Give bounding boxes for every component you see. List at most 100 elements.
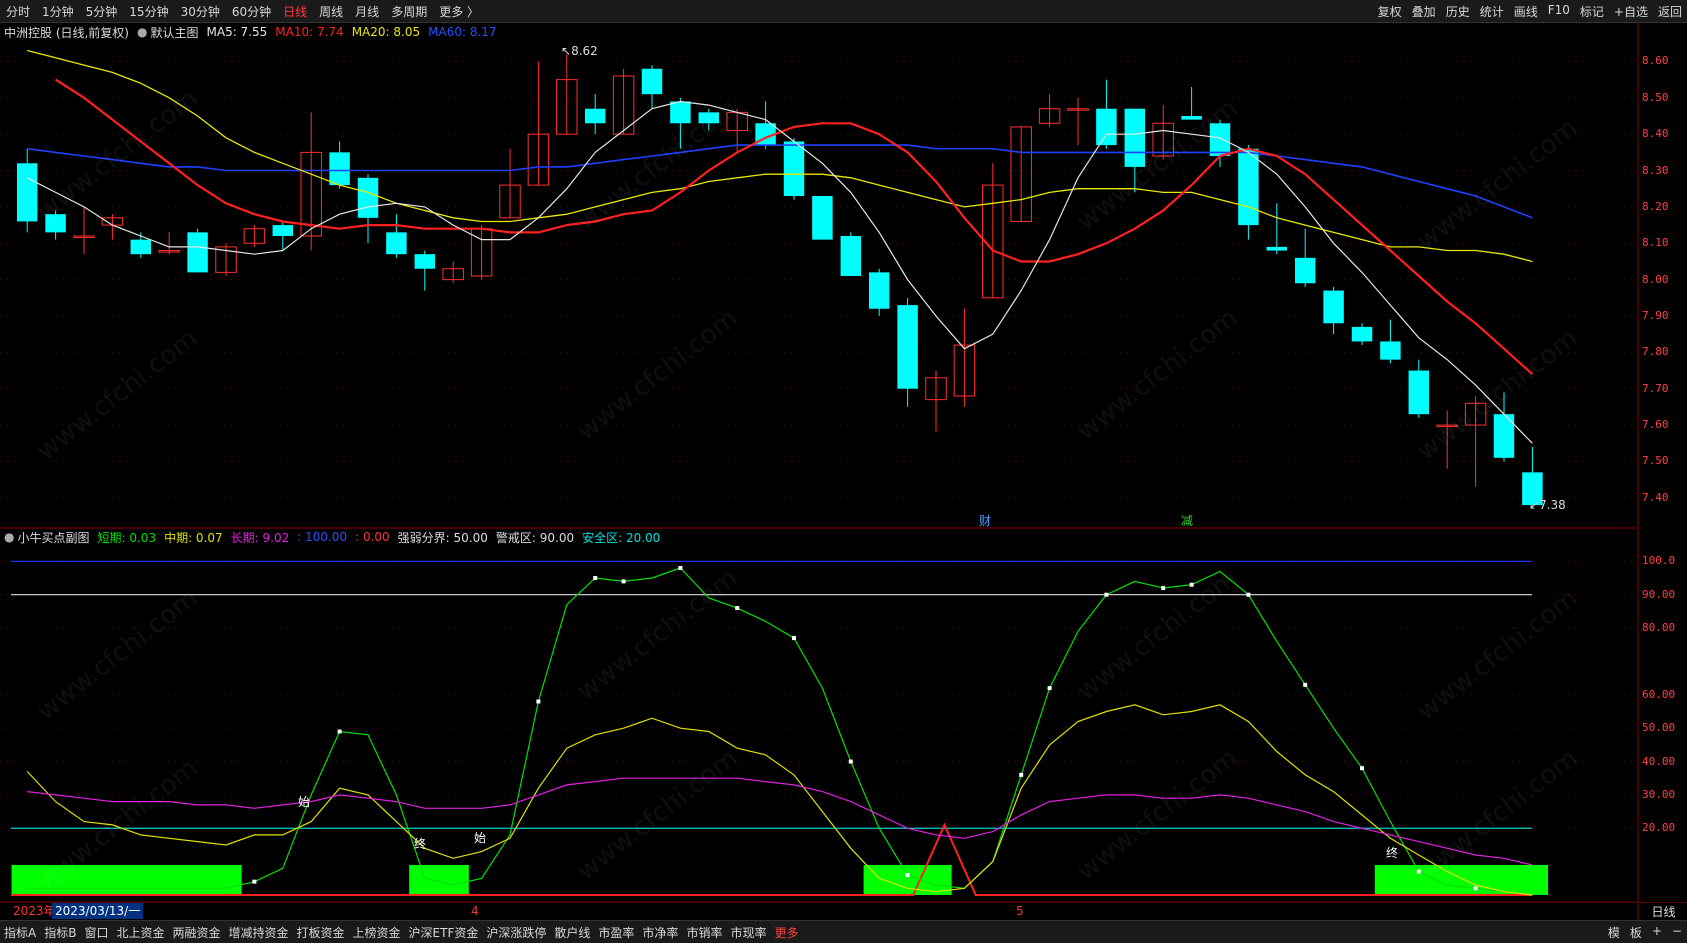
indicator-tick: 80.00 bbox=[1642, 621, 1676, 635]
indicator-tab-4[interactable]: 两融资金 bbox=[168, 924, 224, 941]
candle-body bbox=[1351, 326, 1373, 342]
short-series-marker bbox=[792, 636, 796, 641]
short-series-marker bbox=[905, 872, 910, 877]
indicator-toolbar: 指标A 指标B 窗口 北上资金 两融资金 增减持资金 打板资金 上榜资金 沪深ETF资金 沪深涨跌… bbox=[0, 920, 1687, 943]
candle-body bbox=[641, 68, 663, 95]
candle-body bbox=[1323, 290, 1344, 324]
candle-body bbox=[16, 163, 38, 222]
indicator-tab-2[interactable]: 窗口 bbox=[80, 924, 112, 941]
indicator-tick: 90.00 bbox=[1642, 587, 1676, 601]
price-tick: 7.50 bbox=[1642, 454, 1669, 468]
candle-body bbox=[1096, 108, 1117, 146]
candle-body bbox=[812, 196, 833, 240]
indicator-tab-1[interactable]: 指标B bbox=[40, 924, 80, 941]
series-中期-line bbox=[26, 704, 1533, 896]
short-series-marker bbox=[1246, 592, 1251, 597]
cursor-date: 2023/03/13/一 bbox=[52, 903, 144, 919]
signal-end-1: 终 bbox=[414, 837, 427, 851]
indicator-tabs: 指标A 指标B 窗口 北上资金 两融资金 增减持资金 打板资金 上榜资金 沪深ETF资金 沪深涨跌… bbox=[0, 924, 802, 941]
candle-body bbox=[868, 272, 890, 309]
short-series-marker bbox=[252, 879, 257, 884]
low-price-label: ↙7.38 bbox=[1529, 498, 1566, 512]
signal-start-2: 始 bbox=[474, 831, 487, 845]
period-indicator[interactable]: 日线 bbox=[1640, 902, 1687, 921]
bottom-tool-0[interactable]: 模 bbox=[1603, 924, 1625, 941]
indicator-tab-10[interactable]: 散户线 bbox=[550, 924, 594, 941]
bottom-tools: 模板 + − bbox=[1603, 924, 1687, 941]
short-series-marker bbox=[848, 759, 853, 764]
buy-zone-block bbox=[409, 864, 469, 895]
buy-zone-block bbox=[1374, 864, 1549, 895]
price-tick: 8.10 bbox=[1642, 236, 1669, 250]
bottom-tool-3[interactable]: − bbox=[1667, 924, 1687, 941]
indicator-tab-14[interactable]: 市现率 bbox=[726, 924, 770, 941]
candle-body bbox=[584, 108, 606, 124]
short-series-marker bbox=[735, 606, 740, 611]
candle-body bbox=[897, 305, 918, 389]
short-series-marker bbox=[536, 699, 541, 704]
event-finance-label[interactable]: 财 bbox=[979, 512, 991, 529]
signal-end-2: 终 bbox=[1386, 846, 1399, 860]
year-label: 2023年 bbox=[13, 904, 56, 918]
short-series-marker bbox=[1360, 766, 1364, 771]
short-series-marker bbox=[337, 729, 342, 734]
indicator-tab-7[interactable]: 上榜资金 bbox=[349, 924, 405, 941]
candle-body bbox=[386, 232, 407, 255]
high-price-label: ↖8.62 bbox=[561, 44, 598, 58]
bottom-tool-2[interactable]: + bbox=[1647, 924, 1667, 941]
indicator-tab-5[interactable]: 增减持资金 bbox=[225, 924, 293, 941]
price-tick: 7.90 bbox=[1642, 309, 1669, 322]
indicator-tab-12[interactable]: 市净率 bbox=[638, 924, 682, 941]
candle-body bbox=[1408, 370, 1430, 415]
price-tick: 8.20 bbox=[1642, 199, 1669, 213]
candle-body bbox=[840, 236, 862, 276]
short-series-marker bbox=[1019, 772, 1024, 777]
indicator-tick: 20.00 bbox=[1642, 821, 1676, 835]
short-series-marker bbox=[1161, 586, 1166, 591]
indicator-tab-15[interactable]: 更多 bbox=[770, 924, 802, 941]
indicator-tick: 60.00 bbox=[1642, 687, 1676, 701]
short-series-marker bbox=[678, 566, 683, 571]
indicator-tab-0[interactable]: 指标A bbox=[0, 924, 40, 941]
candle-body bbox=[670, 101, 691, 124]
candle-body bbox=[1294, 257, 1316, 284]
indicator-tab-9[interactable]: 沪深涨跌停 bbox=[482, 924, 550, 941]
short-series-marker bbox=[1104, 592, 1109, 597]
candle-body bbox=[1380, 341, 1401, 360]
indicator-tick: 100.0 bbox=[1642, 554, 1676, 568]
candle-body bbox=[1266, 246, 1288, 251]
price-tick: 8.50 bbox=[1642, 90, 1669, 104]
short-series-marker bbox=[593, 576, 598, 581]
short-series-marker bbox=[1473, 886, 1478, 891]
candle-body bbox=[130, 239, 152, 255]
price-tick: 7.40 bbox=[1642, 490, 1669, 504]
indicator-tab-6[interactable]: 打板资金 bbox=[293, 924, 349, 941]
ma20-line bbox=[27, 49, 1533, 263]
indicator-tab-11[interactable]: 市盈率 bbox=[594, 924, 638, 941]
bottom-tool-1[interactable]: 板 bbox=[1625, 924, 1647, 941]
short-series-marker bbox=[1189, 582, 1194, 587]
event-reduce-label[interactable]: 减 bbox=[1181, 512, 1193, 529]
series-短期-line bbox=[27, 567, 1533, 896]
signal-start-1: 始 bbox=[298, 795, 311, 809]
month-5-label: 5 bbox=[1016, 904, 1024, 918]
indicator-tab-13[interactable]: 市销率 bbox=[682, 924, 726, 941]
price-tick: 7.60 bbox=[1642, 418, 1669, 432]
indicator-tab-3[interactable]: 北上资金 bbox=[112, 924, 168, 941]
month-4-label: 4 bbox=[471, 904, 479, 918]
price-tick: 7.80 bbox=[1642, 345, 1669, 359]
indicator-tick: 30.00 bbox=[1642, 787, 1676, 801]
price-tick: 8.60 bbox=[1642, 54, 1669, 68]
chart-canvas[interactable] bbox=[0, 0, 1687, 943]
candle-body bbox=[357, 177, 379, 218]
candle-body bbox=[1238, 148, 1259, 226]
candle-body bbox=[414, 254, 436, 269]
indicator-tab-8[interactable]: 沪深ETF资金 bbox=[405, 924, 483, 941]
candle-body bbox=[783, 141, 805, 196]
buy-zone-block bbox=[863, 864, 952, 895]
candle-body bbox=[329, 152, 350, 186]
price-tick: 8.30 bbox=[1642, 163, 1669, 177]
short-series-marker bbox=[1047, 686, 1052, 691]
candle-body bbox=[187, 232, 208, 273]
short-series-marker bbox=[1303, 682, 1308, 687]
